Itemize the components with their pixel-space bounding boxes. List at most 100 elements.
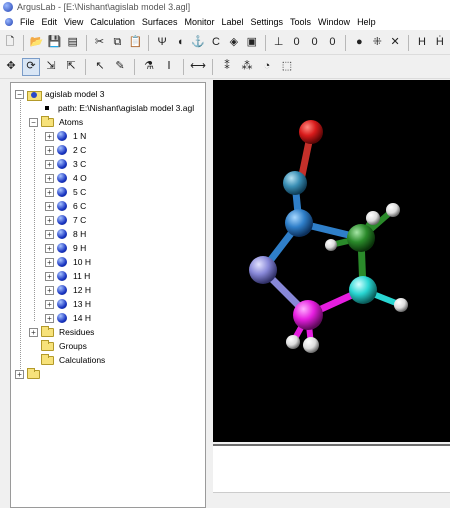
menu-edit[interactable]: Edit — [42, 17, 58, 27]
tree-atom-node[interactable]: +1 N — [45, 129, 86, 143]
select-region-icon[interactable]: ⇱ — [62, 58, 80, 76]
expand-icon[interactable]: + — [45, 201, 54, 211]
nitrogen-atom[interactable] — [249, 256, 277, 284]
tree-atom-node[interactable]: +12 H — [45, 283, 91, 297]
hydrogen-add-icon[interactable]: ⚓ — [190, 34, 206, 52]
bond-line-icon[interactable]: ⟷ — [189, 58, 207, 76]
save-icon[interactable]: 💾 — [47, 34, 63, 52]
expand-icon[interactable]: + — [45, 131, 54, 141]
fork-icon[interactable]: Ψ — [154, 34, 170, 52]
expand-icon[interactable]: + — [45, 159, 54, 169]
chirality-icon[interactable]: C — [208, 34, 224, 52]
bond-double-icon[interactable]: 0 — [307, 34, 323, 52]
delete-atom-icon[interactable]: ✕ — [387, 34, 403, 52]
pointer-icon[interactable]: ↖ — [91, 58, 109, 76]
expand-icon[interactable]: + — [45, 145, 54, 155]
ball-stick-icon[interactable]: ⁑ — [218, 58, 236, 76]
tree-residues-node[interactable]: + Residues — [29, 325, 94, 339]
expand-icon[interactable]: + — [15, 369, 24, 379]
print-icon[interactable]: ▤ — [65, 34, 81, 52]
molecule-tree-panel[interactable]: − agislab model 3 path: E:\Nishant\agisl… — [10, 82, 206, 508]
horizontal-scrollbar[interactable] — [213, 492, 450, 508]
tree-atom-node[interactable]: +5 C — [45, 185, 86, 199]
expand-icon[interactable]: + — [45, 229, 54, 239]
tree-atom-node[interactable]: +6 C — [45, 199, 86, 213]
text-cursor-icon[interactable]: Ⅰ — [160, 58, 178, 76]
atom-add-icon[interactable]: ⁜ — [369, 34, 385, 52]
tree-root-node[interactable]: − agislab model 3 — [15, 87, 105, 101]
tree-groups-node[interactable]: Groups — [41, 339, 87, 353]
expand-icon[interactable]: + — [45, 187, 54, 197]
tree-atom-node[interactable]: +10 H — [45, 255, 91, 269]
tree-atom-node[interactable]: +9 H — [45, 241, 86, 255]
cut-icon[interactable]: ✂ — [92, 34, 108, 52]
carbon-atom[interactable] — [283, 171, 307, 195]
hydrogen-atom[interactable] — [386, 203, 400, 217]
box-icon[interactable]: ⬚ — [278, 58, 296, 76]
menu-monitor[interactable]: Monitor — [184, 17, 214, 27]
carbon-atom[interactable] — [349, 276, 377, 304]
add-hydrogens-icon[interactable]: H — [414, 34, 430, 52]
menu-surfaces[interactable]: Surfaces — [142, 17, 178, 27]
carbon-atom[interactable] — [285, 209, 313, 237]
carbon-atom[interactable] — [347, 224, 375, 252]
expand-icon[interactable]: + — [29, 327, 38, 337]
menu-help[interactable]: Help — [357, 17, 376, 27]
open-folder-icon[interactable]: 📂 — [29, 34, 45, 52]
bond-single-icon[interactable]: 0 — [289, 34, 305, 52]
menu-window[interactable]: Window — [318, 17, 350, 27]
select-atom-icon[interactable]: ⇲ — [42, 58, 60, 76]
paste-icon[interactable]: 📋 — [127, 34, 143, 52]
hydrogen-atom[interactable] — [394, 298, 408, 312]
menu-file[interactable]: File — [20, 17, 35, 27]
measure-distance-icon[interactable]: ⊥ — [271, 34, 287, 52]
copy-icon[interactable]: ⧉ — [109, 34, 125, 52]
menu-calculation[interactable]: Calculation — [90, 17, 135, 27]
color-balls-icon[interactable]: ⁂ — [238, 58, 256, 76]
expand-icon[interactable]: + — [45, 173, 54, 183]
move-icon[interactable]: ✥ — [2, 58, 20, 76]
splitter[interactable] — [206, 80, 213, 508]
tree-atom-node[interactable]: +3 C — [45, 157, 86, 171]
tree-atoms-node[interactable]: − Atoms — [29, 115, 83, 129]
tree-atom-node[interactable]: +8 H — [45, 227, 86, 241]
tree-atom-node[interactable]: +13 H — [45, 297, 91, 311]
expand-icon[interactable]: + — [45, 271, 54, 281]
draw-pencil-icon[interactable]: ✎ — [111, 58, 129, 76]
tree-atom-node[interactable]: +2 C — [45, 143, 86, 157]
expand-icon[interactable]: + — [45, 257, 54, 267]
color-atoms-icon[interactable]: ◈ — [226, 34, 242, 52]
oxygen-atom[interactable] — [299, 120, 323, 144]
expand-icon[interactable]: + — [45, 215, 54, 225]
molecule-viewer[interactable] — [213, 80, 450, 442]
residue-icon[interactable]: ▣ — [244, 34, 260, 52]
rainbow-icon[interactable]: ◔ — [258, 58, 276, 76]
tree-calculations-node[interactable]: Calculations — [41, 353, 105, 367]
rotate-icon[interactable]: ⟳ — [22, 57, 40, 76]
hydrogen-atom[interactable] — [325, 239, 337, 251]
new-document-icon[interactable]: 🗋 — [2, 34, 18, 52]
tree-atom-node[interactable]: +4 O — [45, 171, 87, 185]
hydrogen-atom[interactable] — [366, 211, 380, 225]
menu-view[interactable]: View — [64, 17, 83, 27]
document-icon[interactable] — [5, 17, 13, 26]
expand-icon[interactable]: + — [45, 243, 54, 253]
expand-icon[interactable]: + — [45, 299, 54, 309]
tree-path-node[interactable]: path: E:\Nishant\agislab model 3.agl — [45, 101, 194, 115]
menu-settings[interactable]: Settings — [251, 17, 284, 27]
bond-triple-icon[interactable]: 0 — [325, 34, 341, 52]
collapse-icon[interactable]: − — [15, 89, 24, 99]
collapse-icon[interactable]: − — [29, 117, 38, 127]
tree-atom-node[interactable]: +7 C — [45, 213, 86, 227]
tree-atom-node[interactable]: +11 H — [45, 269, 90, 283]
hydrogen-atom[interactable] — [303, 337, 319, 353]
carbon-atom[interactable] — [293, 300, 323, 330]
menu-tools[interactable]: Tools — [290, 17, 311, 27]
output-pane[interactable] — [213, 444, 450, 492]
menu-label[interactable]: Label — [221, 17, 243, 27]
molecule-render[interactable] — [213, 80, 450, 442]
bond-order-icon[interactable]: ◖ — [172, 34, 188, 52]
expand-icon[interactable]: + — [45, 313, 54, 323]
hydrogen-atom[interactable] — [286, 335, 300, 349]
builder-icon[interactable]: ⚗ — [140, 58, 158, 76]
